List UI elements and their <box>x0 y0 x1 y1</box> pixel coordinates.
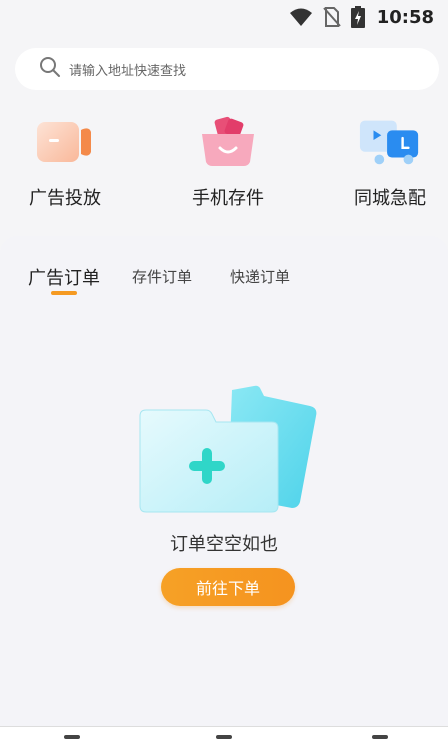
go-order-button[interactable]: 前往下单 <box>161 568 295 606</box>
search-bar[interactable]: 请输入地址快速查找 <box>15 48 439 90</box>
quick-action-ad[interactable]: 广告投放 <box>0 114 130 214</box>
status-bar: 10:58 <box>0 0 448 34</box>
active-tab-indicator <box>51 291 77 295</box>
quick-action-storage-label: 手机存件 <box>192 188 264 209</box>
quick-action-delivery-label: 同城急配 <box>354 188 426 209</box>
quick-action-delivery[interactable]: 同城急配 <box>325 114 448 214</box>
phone-storage-icon <box>196 114 260 170</box>
tab-storage-orders[interactable]: 存件订单 <box>132 266 192 287</box>
video-camera-icon <box>33 114 97 170</box>
status-time: 10:58 <box>376 6 434 28</box>
empty-folder-icon <box>136 384 320 516</box>
search-icon <box>39 56 61 82</box>
delivery-truck-icon <box>358 114 422 170</box>
quick-actions: 广告投放 手机存件 同城急配 <box>0 114 448 214</box>
tab-express-orders[interactable]: 快递订单 <box>230 266 290 287</box>
quick-action-storage[interactable]: 手机存件 <box>163 114 293 214</box>
empty-state-message: 订单空空如也 <box>170 534 278 555</box>
nav-item-2[interactable] <box>216 735 232 739</box>
no-sim-icon <box>322 7 341 27</box>
bottom-nav <box>0 726 448 742</box>
top-area: 请输入地址快速查找 广告投放 手机存件 同城急配 <box>0 34 448 226</box>
wifi-icon <box>289 7 313 27</box>
tab-ad-orders[interactable]: 广告订单 <box>28 264 100 290</box>
battery-charging-icon <box>350 6 365 28</box>
order-panel: 广告订单 存件订单 快递订单 订单空空如也 前往下单 <box>0 236 448 726</box>
nav-item-1[interactable] <box>64 735 80 739</box>
nav-item-3[interactable] <box>372 735 388 739</box>
quick-action-ad-label: 广告投放 <box>29 188 101 209</box>
search-input[interactable]: 请输入地址快速查找 <box>69 60 186 79</box>
